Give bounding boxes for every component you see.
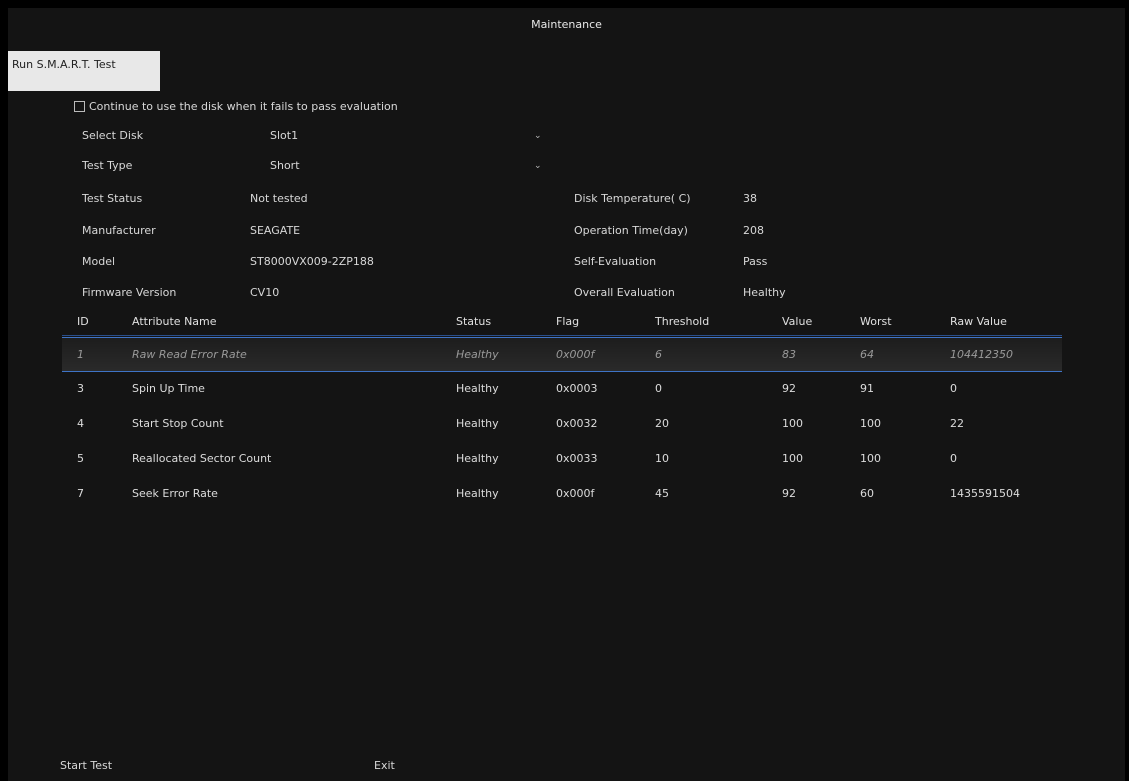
test-status-value: Not tested (250, 192, 308, 205)
manufacturer-label: Manufacturer (82, 224, 156, 237)
cell-flag: 0x0003 (556, 382, 598, 395)
test-type-dropdown[interactable]: Short ⌄ (270, 157, 542, 175)
cell-attribute-name: Reallocated Sector Count (132, 452, 272, 465)
self-evaluation-value: Pass (743, 255, 768, 268)
cell-raw-value: 0 (950, 382, 957, 395)
exit-button[interactable]: Exit (374, 759, 395, 772)
table-row[interactable]: 5 Reallocated Sector Count Healthy 0x0033 10… (62, 442, 1062, 475)
header-raw-value: Raw Value (950, 315, 1007, 328)
manufacturer-value: SEAGATE (250, 224, 301, 237)
temperature-value: 38 (743, 192, 757, 205)
select-disk-label: Select Disk (82, 129, 144, 142)
tab-run-smart-test[interactable]: Run S.M.A.R.T. Test (8, 51, 160, 91)
model-value: ST8000VX009-2ZP188 (250, 255, 374, 268)
overall-evaluation-label: Overall Evaluation (574, 286, 675, 299)
cell-id: 3 (77, 382, 84, 395)
select-disk-dropdown[interactable]: Slot1 ⌄ (270, 127, 542, 145)
start-test-button[interactable]: Start Test (60, 759, 112, 772)
cell-status: Healthy (456, 487, 499, 500)
cell-attribute-name: Spin Up Time (132, 382, 205, 395)
model-label: Model (82, 255, 116, 268)
header-flag: Flag (556, 315, 580, 328)
temperature-label: Disk Temperature( C) (574, 192, 691, 205)
operation-time-label: Operation Time(day) (574, 224, 688, 237)
table-row[interactable]: 3 Spin Up Time Healthy 0x0003 0 92 91 0 (62, 372, 1062, 405)
window-title: Maintenance (531, 18, 602, 31)
table-row[interactable]: 7 Seek Error Rate Healthy 0x000f 45 92 60 14355… (62, 477, 1062, 510)
cell-flag: 0x000f (556, 487, 595, 500)
header-id: ID (77, 315, 89, 328)
cell-value: 100 (782, 452, 803, 465)
cell-status: Healthy (456, 382, 499, 395)
cell-id: 5 (77, 452, 84, 465)
test-type-value: Short (270, 159, 300, 172)
chevron-down-icon: ⌄ (534, 131, 542, 141)
continue-checkbox-label: Continue to use the disk when it fails t… (89, 99, 398, 113)
cell-id: 4 (77, 417, 84, 430)
cell-worst: 64 (860, 348, 874, 361)
cell-worst: 100 (860, 417, 881, 430)
cell-raw-value: 1435591504 (950, 487, 1020, 500)
cell-status: Healthy (456, 348, 499, 361)
maintenance-window: Maintenance Run S.M.A.R.T. Test Continue… (8, 8, 1125, 781)
cell-threshold: 6 (655, 348, 662, 361)
overall-evaluation-value: Healthy (743, 286, 786, 299)
cell-worst: 91 (860, 382, 874, 395)
cell-worst: 100 (860, 452, 881, 465)
cell-attribute-name: Start Stop Count (132, 417, 224, 430)
cell-id: 1 (77, 348, 84, 361)
cell-raw-value: 22 (950, 417, 964, 430)
header-value: Value (782, 315, 813, 328)
operation-time-value: 208 (743, 224, 764, 237)
cell-value: 92 (782, 382, 796, 395)
cell-raw-value: 104412350 (950, 348, 1013, 361)
cell-threshold: 0 (655, 382, 662, 395)
table-header: ID Attribute Name Status Flag Threshold … (62, 313, 1062, 336)
continue-checkbox[interactable] (74, 100, 85, 112)
header-threshold: Threshold (655, 315, 710, 328)
cell-value: 83 (782, 348, 796, 361)
header-status: Status (456, 315, 492, 328)
cell-value: 100 (782, 417, 803, 430)
cell-threshold: 10 (655, 452, 669, 465)
cell-threshold: 20 (655, 417, 669, 430)
cell-id: 7 (77, 487, 84, 500)
table-row[interactable]: 1 Raw Read Error Rate Healthy 0x000f 6 83 64 10… (62, 337, 1062, 372)
select-disk-value: Slot1 (270, 129, 299, 142)
header-attribute-name: Attribute Name (132, 315, 217, 328)
self-evaluation-label: Self-Evaluation (574, 255, 657, 268)
firmware-label: Firmware Version (82, 286, 177, 299)
test-type-label: Test Type (82, 159, 133, 172)
cell-attribute-name: Seek Error Rate (132, 487, 218, 500)
cell-flag: 0x0032 (556, 417, 598, 430)
continue-option[interactable]: Continue to use the disk when it fails t… (74, 97, 398, 115)
test-status-label: Test Status (82, 192, 143, 205)
header-worst: Worst (860, 315, 892, 328)
cell-worst: 60 (860, 487, 874, 500)
cell-status: Healthy (456, 417, 499, 430)
tab-label: Run S.M.A.R.T. Test (12, 58, 116, 71)
cell-attribute-name: Raw Read Error Rate (132, 348, 247, 361)
cell-flag: 0x000f (556, 348, 595, 361)
firmware-value: CV10 (250, 286, 280, 299)
cell-status: Healthy (456, 452, 499, 465)
table-row[interactable]: 4 Start Stop Count Healthy 0x0032 20 100 100 22 (62, 407, 1062, 440)
chevron-down-icon: ⌄ (534, 161, 542, 171)
cell-flag: 0x0033 (556, 452, 598, 465)
cell-value: 92 (782, 487, 796, 500)
cell-raw-value: 0 (950, 452, 957, 465)
cell-threshold: 45 (655, 487, 669, 500)
